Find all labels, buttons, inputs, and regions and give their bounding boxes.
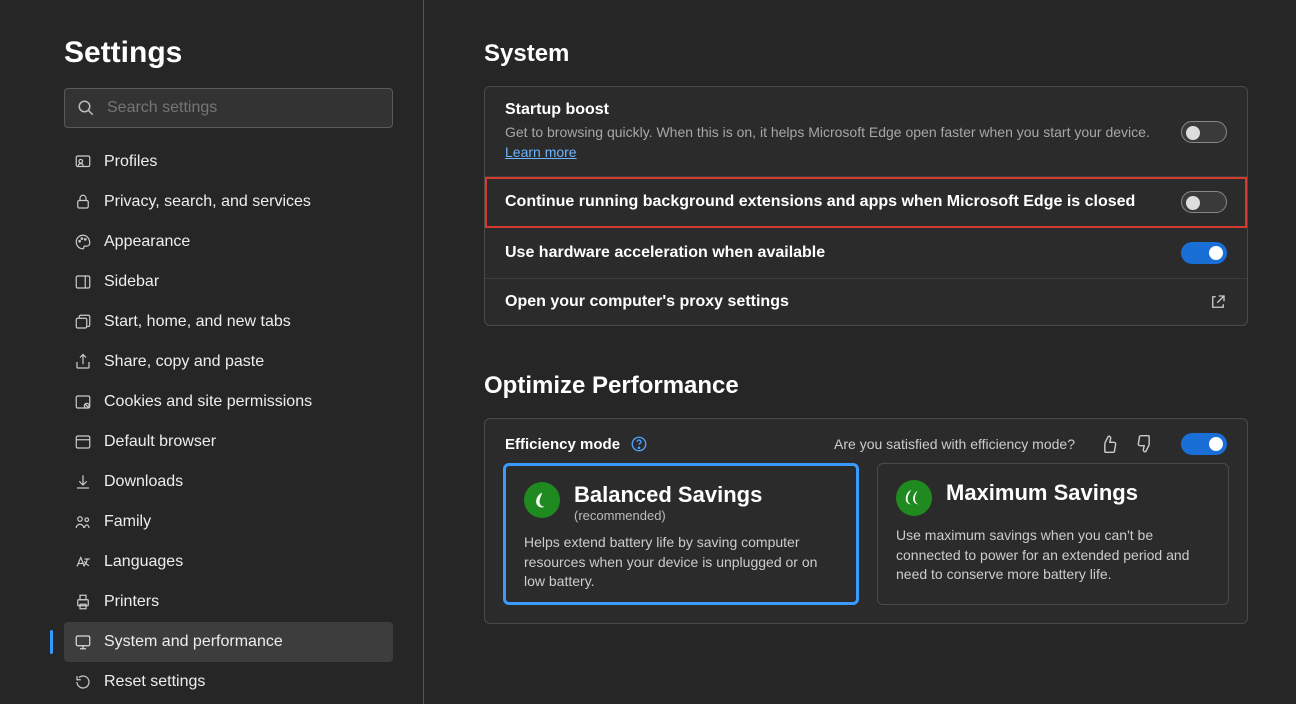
system-card-group: Startup boost Get to browsing quickly. W…	[484, 86, 1248, 326]
nav-label: Default browser	[104, 433, 216, 451]
nav-printers[interactable]: Printers	[64, 582, 393, 622]
learn-more-link[interactable]: Learn more	[505, 144, 577, 160]
nav-label: Appearance	[104, 233, 190, 251]
proxy-row[interactable]: Open your computer's proxy settings	[485, 279, 1247, 325]
nav-label: Profiles	[104, 153, 157, 171]
reset-icon	[74, 673, 92, 691]
languages-icon	[74, 553, 92, 571]
maximum-savings-card[interactable]: Maximum Savings Use maximum savings when…	[877, 463, 1229, 605]
search-icon	[77, 99, 95, 117]
feedback-prompt: Are you satisfied with efficiency mode?	[834, 436, 1075, 452]
nav-label: Start, home, and new tabs	[104, 313, 291, 331]
help-icon[interactable]	[630, 435, 648, 453]
efficiency-mode-toggle[interactable]	[1181, 433, 1227, 455]
profile-icon	[74, 153, 92, 171]
nav-privacy[interactable]: Privacy, search, and services	[64, 182, 393, 222]
nav-label: Family	[104, 513, 151, 531]
efficiency-mode-label: Efficiency mode	[505, 436, 620, 453]
nav-label: Privacy, search, and services	[104, 193, 311, 211]
nav-label: Sidebar	[104, 273, 159, 291]
balanced-savings-card[interactable]: Balanced Savings (recommended) Helps ext…	[503, 463, 859, 605]
settings-title: Settings	[64, 36, 393, 70]
nav-label: System and performance	[104, 633, 283, 651]
main-content: System Startup boost Get to browsing qui…	[424, 0, 1296, 704]
search-input[interactable]	[107, 99, 380, 117]
browser-icon	[74, 433, 92, 451]
settings-sidebar: Settings Profiles Privacy, search, and s…	[0, 0, 424, 704]
efficiency-header: Efficiency mode Are you satisfied with e…	[485, 419, 1247, 463]
startup-boost-row: Startup boost Get to browsing quickly. W…	[485, 87, 1247, 177]
startup-boost-desc: Get to browsing quickly. When this is on…	[505, 123, 1181, 162]
hw-accel-toggle[interactable]	[1181, 242, 1227, 264]
printer-icon	[74, 593, 92, 611]
startup-boost-toggle[interactable]	[1181, 121, 1227, 143]
lock-icon	[74, 193, 92, 211]
system-heading: System	[484, 40, 1248, 68]
nav-label: Languages	[104, 553, 183, 571]
open-external-icon	[1209, 293, 1227, 311]
nav-reset[interactable]: Reset settings	[64, 662, 393, 702]
nav-appearance[interactable]: Appearance	[64, 222, 393, 262]
optimize-heading: Optimize Performance	[484, 372, 1248, 400]
nav-languages[interactable]: Languages	[64, 542, 393, 582]
share-icon	[74, 353, 92, 371]
hw-accel-row: Use hardware acceleration when available	[485, 228, 1247, 279]
background-apps-title: Continue running background extensions a…	[505, 193, 1181, 211]
proxy-title: Open your computer's proxy settings	[505, 293, 1209, 311]
nav-default-browser[interactable]: Default browser	[64, 422, 393, 462]
maximum-title: Maximum Savings	[946, 480, 1138, 506]
balanced-desc: Helps extend battery life by saving comp…	[524, 533, 838, 592]
optimize-card-group: Efficiency mode Are you satisfied with e…	[484, 418, 1248, 624]
family-icon	[74, 513, 92, 531]
thumbs-up-icon[interactable]	[1099, 434, 1119, 454]
balanced-title: Balanced Savings	[574, 482, 762, 508]
nav-label: Printers	[104, 593, 159, 611]
leaves-icon	[896, 480, 932, 516]
nav-downloads[interactable]: Downloads	[64, 462, 393, 502]
background-apps-row: Continue running background extensions a…	[485, 177, 1247, 228]
system-icon	[74, 633, 92, 651]
appearance-icon	[74, 233, 92, 251]
hw-accel-title: Use hardware acceleration when available	[505, 244, 1181, 262]
nav-profiles[interactable]: Profiles	[64, 142, 393, 182]
nav-system-performance[interactable]: System and performance	[64, 622, 393, 662]
nav-start-home[interactable]: Start, home, and new tabs	[64, 302, 393, 342]
nav-label: Share, copy and paste	[104, 353, 264, 371]
download-icon	[74, 473, 92, 491]
tabs-icon	[74, 313, 92, 331]
leaf-icon	[524, 482, 560, 518]
thumbs-down-icon[interactable]	[1135, 434, 1155, 454]
background-apps-toggle[interactable]	[1181, 191, 1227, 213]
nav-label: Downloads	[104, 473, 183, 491]
startup-boost-title: Startup boost	[505, 101, 1181, 119]
nav-family[interactable]: Family	[64, 502, 393, 542]
nav-share-copy[interactable]: Share, copy and paste	[64, 342, 393, 382]
settings-nav: Profiles Privacy, search, and services A…	[64, 142, 393, 702]
cookies-icon	[74, 393, 92, 411]
balanced-subtitle: (recommended)	[574, 508, 762, 523]
sidebar-icon	[74, 273, 92, 291]
search-settings-box[interactable]	[64, 88, 393, 128]
maximum-desc: Use maximum savings when you can't be co…	[896, 526, 1210, 585]
nav-cookies[interactable]: Cookies and site permissions	[64, 382, 393, 422]
nav-sidebar[interactable]: Sidebar	[64, 262, 393, 302]
nav-label: Reset settings	[104, 673, 205, 691]
nav-label: Cookies and site permissions	[104, 393, 312, 411]
